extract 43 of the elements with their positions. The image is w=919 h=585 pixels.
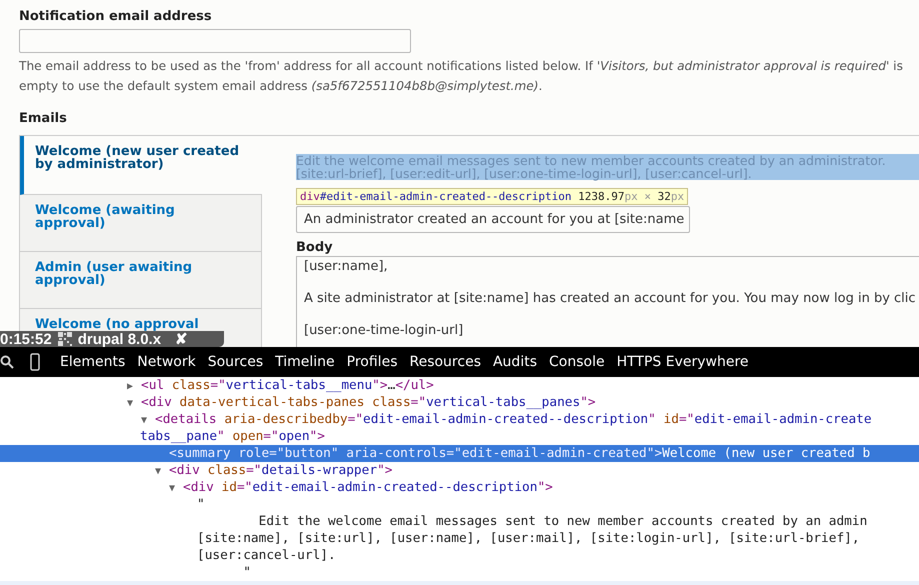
- devtools-tab[interactable]: Profiles: [340, 354, 404, 370]
- body-field[interactable]: [user:name], A site administrator at [site:name] has created an account for you. You may now log in by clic [user:one-time-login-url]: [296, 256, 919, 347]
- qr-code-icon: [58, 332, 72, 346]
- devtools-tab[interactable]: Resources: [403, 354, 487, 370]
- dom-node-line[interactable]: Edit the welcome email messages sent to new member accounts created by an admin: [0, 513, 919, 530]
- field-label: Body: [296, 239, 334, 256]
- inspect-tooltip: div#edit-email-admin-created--description 1238.97px × 32px: [296, 188, 688, 205]
- toggle-triangle[interactable]: ▶: [127, 378, 141, 394]
- subject-field[interactable]: An administrator created an account for you at [site:name: [296, 206, 690, 233]
- field-label: Notification email address: [19, 8, 213, 26]
- dom-node-line[interactable]: ▼ <details aria-describedby="edit-email-admin-created--description" id="edit-email-admin-create: [0, 411, 919, 428]
- dom-node-line[interactable]: ": [0, 496, 919, 513]
- dom-node-line[interactable]: ▼ <div id="edit-email-admin-created--description">: [0, 479, 919, 496]
- vertical-tab[interactable]: Admin (user awaiting approval): [20, 252, 261, 309]
- dom-node-line[interactable]: ▶ <ul class="vertical-tabs__menu">…</ul>: [0, 377, 919, 394]
- devtools-tab[interactable]: Timeline: [269, 354, 341, 370]
- field-description: empty to use the default system email address (sa5f672551104b8b@simplytest.me).: [19, 78, 544, 95]
- dom-node-line[interactable]: ▼ <div data-vertical-tabs-panes class="vertical-tabs__panes">: [0, 394, 919, 411]
- dom-node-line[interactable]: tabs__pane" open="open">: [0, 428, 919, 445]
- timer-text: 0:15:52: [0, 330, 52, 347]
- toggle-triangle[interactable]: ▼: [141, 412, 155, 428]
- toggle-triangle[interactable]: ▼: [127, 395, 141, 411]
- search-icon[interactable]: [0, 355, 14, 369]
- dom-node-line[interactable]: [site:name], [site:url], [user:name], [user:mail], [site:login-url], [site:url-brief],: [0, 530, 919, 547]
- toggle-triangle[interactable]: ▼: [155, 463, 169, 479]
- devtools-tab[interactable]: HTTPS Everywhere: [610, 354, 755, 370]
- devtools-tab[interactable]: Audits: [486, 354, 543, 370]
- toggle-triangle[interactable]: ▼: [169, 480, 183, 496]
- vertical-tab[interactable]: Welcome (new user created by administrator): [20, 136, 262, 195]
- overlay-title: drupal 8.0.x: [78, 330, 162, 347]
- section-heading: Emails: [19, 110, 68, 128]
- email-input-field[interactable]: [19, 29, 411, 53]
- vertical-tab[interactable]: Welcome (awaiting approval): [20, 195, 261, 252]
- devtools-tab[interactable]: Elements: [54, 354, 132, 370]
- dom-node-line[interactable]: [user:cancel-url].: [0, 547, 919, 564]
- dom-node-line[interactable]: ": [0, 564, 919, 581]
- devtools-tab[interactable]: Network: [131, 354, 202, 370]
- close-button[interactable]: ✘: [175, 330, 188, 347]
- dom-node-line[interactable]: ▼ <div class="details-wrapper">: [0, 462, 919, 479]
- field-description: The email address to be used as the 'from' address for all account notifications listed below. If 'Visitors, but administrator approval is required' is: [19, 58, 904, 75]
- devtools-tab[interactable]: Console: [543, 354, 611, 370]
- mobile-device-icon[interactable]: [30, 353, 40, 371]
- devtools-tab[interactable]: Sources: [202, 354, 270, 370]
